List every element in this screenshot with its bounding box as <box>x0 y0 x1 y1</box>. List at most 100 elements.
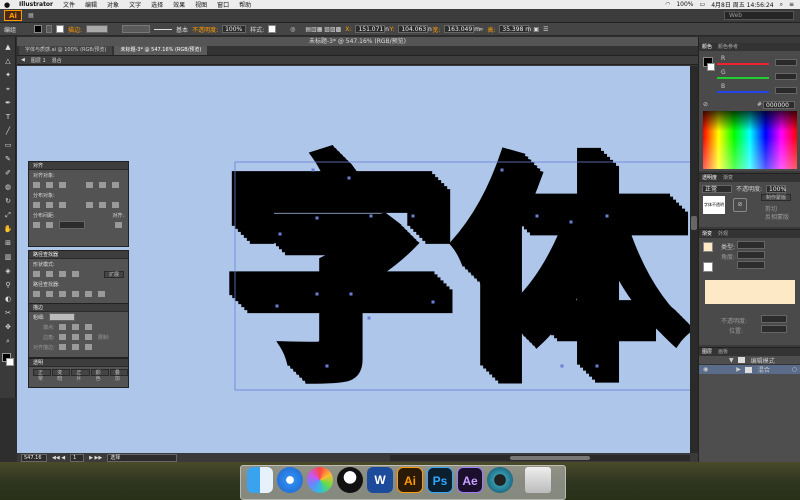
x-field[interactable]: 151.071 n <box>355 25 389 33</box>
stroke-weight-field[interactable] <box>86 25 109 33</box>
breadcrumb-blend[interactable]: 混合 <box>52 57 62 64</box>
tool-icon-2[interactable]: ✦ <box>3 71 13 79</box>
tab-appearance[interactable]: 外观 <box>718 230 728 238</box>
anchor-point[interactable] <box>325 364 329 368</box>
align-to-icon[interactable] <box>115 222 122 228</box>
tab-color[interactable]: 颜色 <box>702 43 712 51</box>
dist-left-icon[interactable] <box>86 202 93 208</box>
menu-select[interactable]: 选择 <box>146 0 168 9</box>
notification-icon[interactable]: ≡ <box>789 1 794 8</box>
color-channel-r-field[interactable] <box>775 59 797 66</box>
layer-name-blend[interactable]: 混合 <box>758 365 770 374</box>
tool-icon-8[interactable]: ✎ <box>3 155 13 163</box>
layer-expand-icon-2[interactable]: ▶ <box>736 366 741 373</box>
mode-darken-button[interactable]: 变暗 <box>52 368 71 382</box>
intersect-icon[interactable] <box>59 271 66 277</box>
gradient-preview[interactable] <box>705 280 795 304</box>
align-left-icon[interactable] <box>33 182 40 188</box>
link-icon[interactable]: ∞ <box>478 26 483 33</box>
tab-layers[interactable]: 图层 <box>702 348 712 356</box>
tab-document-2[interactable]: 未标题-3* @ 547.16% (RGB/预览) <box>114 46 208 55</box>
anchor-point[interactable] <box>315 292 319 296</box>
anchor-point[interactable] <box>349 292 353 296</box>
color-channel-b-slider[interactable] <box>717 91 769 93</box>
stroke-weight-input[interactable] <box>48 313 75 321</box>
dock-app-trash[interactable] <box>525 467 551 493</box>
dock-app-after-effects[interactable]: Ae <box>457 467 483 493</box>
align-vcenter-icon[interactable] <box>99 182 106 188</box>
opacity-field[interactable]: 100% <box>222 25 247 33</box>
tab-gradient[interactable]: 渐变 <box>702 230 712 238</box>
dock-app-quicktime[interactable] <box>487 467 513 493</box>
trim-icon[interactable] <box>46 291 53 297</box>
tool-icon-18[interactable]: ◐ <box>3 295 13 303</box>
menu-view[interactable]: 视图 <box>190 0 212 9</box>
transform-icon[interactable]: ▣ <box>533 26 539 33</box>
wifi-icon[interactable]: ◠ <box>665 1 670 8</box>
tab-color-guide[interactable]: 颜色参考 <box>718 43 738 51</box>
mode-normal-button[interactable]: 正常 <box>33 368 52 382</box>
transparency-mini-title[interactable]: 透明 <box>29 359 128 367</box>
mask-thumbnail[interactable]: 字体不透明 <box>703 196 725 214</box>
dock-app-safari[interactable] <box>277 467 303 493</box>
tool-icon-11[interactable]: ↻ <box>3 197 13 205</box>
align-right-icon[interactable] <box>59 182 66 188</box>
tool-icon-14[interactable]: ⊞ <box>3 239 13 247</box>
variable-width-dropdown[interactable] <box>122 25 151 33</box>
back-arrow-icon[interactable]: ◀ <box>21 57 25 63</box>
gradient-location-field[interactable] <box>761 325 787 333</box>
anchor-point[interactable] <box>500 168 504 172</box>
hex-field[interactable]: 000000 <box>763 101 795 109</box>
anchor-point[interactable] <box>535 214 539 218</box>
dock-app-qq[interactable] <box>337 467 363 493</box>
menu-window[interactable]: 窗口 <box>212 0 234 9</box>
corner-round-icon[interactable] <box>71 334 79 340</box>
color-channel-b-field[interactable] <box>775 87 797 94</box>
anchor-point[interactable] <box>367 316 371 320</box>
anchor-point[interactable] <box>311 168 315 172</box>
dock-app-word[interactable]: W <box>367 467 393 493</box>
tool-icon-15[interactable]: ▥ <box>3 253 13 261</box>
align-hcenter-icon[interactable] <box>46 182 53 188</box>
dock-app-photoshop[interactable]: Ps <box>427 467 453 493</box>
canvas-text[interactable]: 字体 <box>217 132 677 399</box>
menu-file[interactable]: 文件 <box>58 0 80 9</box>
cap-round-icon[interactable] <box>71 324 79 330</box>
anchor-point[interactable] <box>569 220 573 224</box>
crop-icon[interactable] <box>72 291 79 297</box>
spacing-vertical-icon[interactable] <box>33 222 40 228</box>
color-channel-r-slider[interactable] <box>717 63 769 65</box>
dock-app-illustrator[interactable]: Ai <box>397 467 423 493</box>
anchor-point[interactable] <box>605 214 609 218</box>
zoom-field[interactable]: 547.16 <box>21 453 47 462</box>
tab-transparency[interactable]: 透明度 <box>702 174 717 182</box>
tool-icon-6[interactable]: ╱ <box>3 127 13 135</box>
menu-app-name[interactable]: Illustrator <box>14 1 58 8</box>
pathfinder-panel-title[interactable]: 路径查找器 <box>29 251 128 259</box>
tool-icon-7[interactable]: ▭ <box>3 141 13 149</box>
mode-color-button[interactable]: 颜色 <box>90 368 109 382</box>
layer-row-blend[interactable]: ◉ ▶ 混合 ○ <box>699 365 800 374</box>
blend-mode-dropdown[interactable]: 正常 <box>702 184 732 193</box>
merge-icon[interactable] <box>59 291 66 297</box>
stroke-panel-title[interactable]: 描边 <box>29 304 128 312</box>
tab-document-1[interactable]: 字体与质感.ai @ 100% (RGB/预览) <box>19 46 113 55</box>
dist-bottom-icon[interactable] <box>59 202 66 208</box>
tool-icon-12[interactable]: ⤢ <box>3 211 13 219</box>
stroke-label[interactable]: 描边: <box>68 25 82 34</box>
panel-menu-icon[interactable]: ☰ <box>543 26 548 33</box>
vertical-scrollbar[interactable] <box>690 66 698 453</box>
tool-icon-4[interactable]: ✒ <box>3 99 13 107</box>
anchor-point[interactable] <box>278 232 282 236</box>
stroke-swatch[interactable] <box>56 25 65 33</box>
anchor-point[interactable] <box>560 364 564 368</box>
transparency-opacity-field[interactable]: 100% <box>766 184 786 193</box>
artboard-nav-icons[interactable]: ◀◀ ◀ <box>52 455 65 461</box>
anchor-point[interactable] <box>369 214 373 218</box>
height-field[interactable]: 35.398 m <box>499 25 531 33</box>
menu-type[interactable]: 文字 <box>124 0 146 9</box>
search-input[interactable]: Web <box>724 11 794 20</box>
y-field[interactable]: 104.063 n <box>398 25 432 33</box>
horizontal-scroll-thumb[interactable] <box>510 455 590 460</box>
gradient-aspect-field[interactable] <box>737 261 765 269</box>
